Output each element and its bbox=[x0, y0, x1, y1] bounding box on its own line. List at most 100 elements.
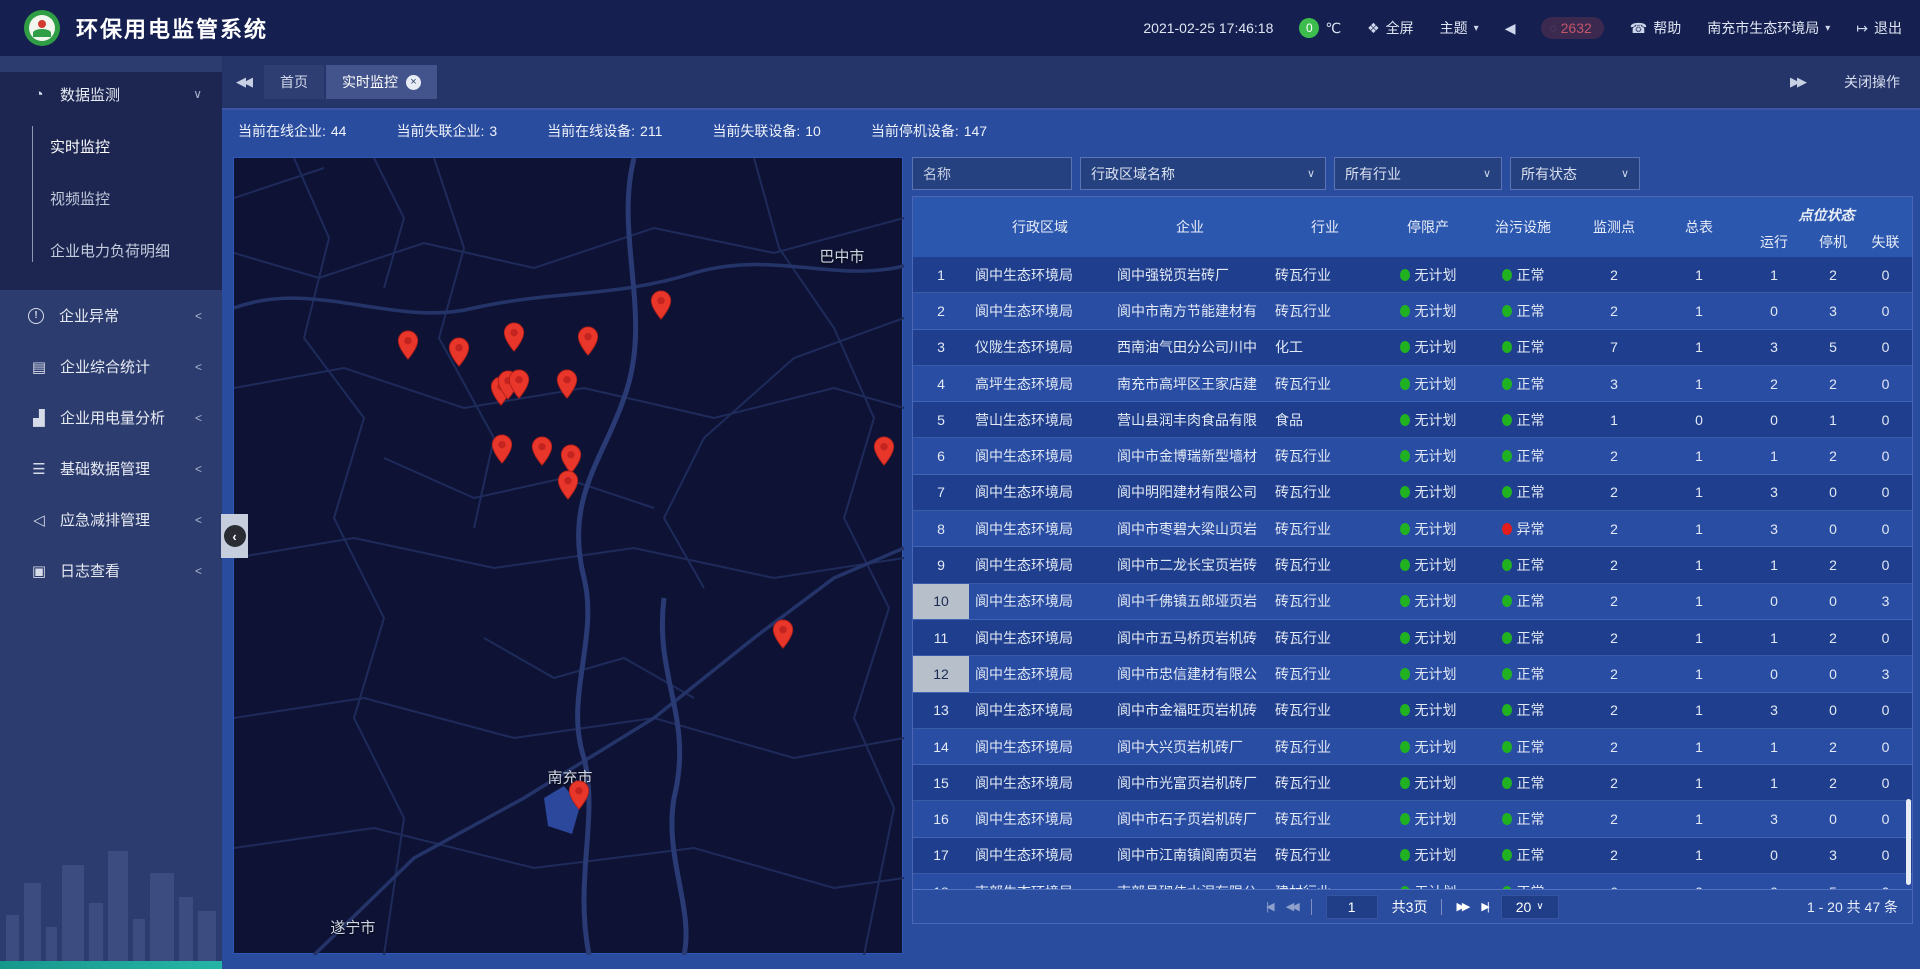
sound-button[interactable]: ◀ bbox=[1505, 20, 1516, 37]
sidebar-subitem-video-monitor[interactable]: 视频监控 bbox=[0, 172, 222, 224]
facility-text: 正常 bbox=[1517, 374, 1545, 394]
table-row[interactable]: 10阆中生态环境局阆中千佛镇五郎垭页岩砖瓦行业无计划正常21003 bbox=[913, 584, 1912, 620]
cell-industry: 食品 bbox=[1269, 402, 1381, 437]
sidebar-subitem-power-load-detail[interactable]: 企业电力负荷明细 bbox=[0, 224, 222, 276]
close-icon[interactable]: × bbox=[406, 75, 421, 90]
table-header: 行政区域企业行业停限产治污设施监测点总表点位状态运行停机失联 bbox=[913, 197, 1912, 257]
map-marker-pin[interactable] bbox=[397, 330, 419, 360]
sidebar-item-data-monitoring[interactable]: ◔数据监测∨ bbox=[0, 72, 222, 116]
sidebar-item-base-data-management[interactable]: ☰基础数据管理< bbox=[0, 443, 222, 494]
map-marker-pin[interactable] bbox=[772, 619, 794, 649]
status-dot-green bbox=[1502, 341, 1512, 353]
prev-page-icon[interactable]: ◀◀ bbox=[1286, 900, 1297, 913]
table-row[interactable]: 13阆中生态环境局阆中市金福旺页岩机砖砖瓦行业无计划正常21300 bbox=[913, 693, 1912, 729]
cell-industry: 砖瓦行业 bbox=[1269, 656, 1381, 691]
app-root: 环保用电监管系统 2021-02-25 17:46:18 0 ℃ ❖ 全屏 主题… bbox=[0, 0, 1920, 969]
cell-pollution-facility: 正常 bbox=[1475, 656, 1571, 691]
table-row[interactable]: 8阆中生态环境局阆中市枣碧大梁山页岩砖瓦行业无计划异常21300 bbox=[913, 511, 1912, 547]
table-row[interactable]: 7阆中生态环境局阆中明阳建材有限公司砖瓦行业无计划正常21300 bbox=[913, 475, 1912, 511]
cell-running: 0 bbox=[1741, 293, 1807, 328]
theme-dropdown[interactable]: 主题 ▾ bbox=[1440, 18, 1479, 38]
cell-region: 高坪生态环境局 bbox=[969, 366, 1111, 401]
industry-select[interactable]: 所有行业 ∨ bbox=[1334, 157, 1502, 190]
page-size-select[interactable]: 20 ∨ bbox=[1501, 895, 1559, 919]
cell-production-limit: 无计划 bbox=[1381, 874, 1475, 889]
cell-stopped: 5 bbox=[1807, 874, 1859, 889]
notification-count: 2632 bbox=[1561, 20, 1592, 36]
tab-realtime-monitor[interactable]: 实时监控 × bbox=[326, 65, 437, 99]
last-page-icon[interactable]: ▶| bbox=[1481, 900, 1486, 913]
table-row[interactable]: 2阆中生态环境局阆中市南方节能建材有砖瓦行业无计划正常21030 bbox=[913, 293, 1912, 329]
table-row[interactable]: 6阆中生态环境局阆中市金博瑞新型墙材砖瓦行业无计划正常21120 bbox=[913, 438, 1912, 474]
cell-running: 2 bbox=[1741, 366, 1807, 401]
tabs-scroll-left-icon[interactable]: ◀◀ bbox=[222, 74, 264, 90]
status-dot-green bbox=[1400, 486, 1410, 498]
map-marker-pin[interactable] bbox=[503, 322, 525, 352]
map-marker-pin[interactable] bbox=[491, 435, 513, 465]
notification-badge[interactable]: ◌ 2632 bbox=[1541, 17, 1603, 39]
status-select[interactable]: 所有状态 ∨ bbox=[1510, 157, 1640, 190]
table-scrollbar[interactable] bbox=[1906, 799, 1911, 885]
table-row[interactable]: 4高坪生态环境局南充市高坪区王家店建砖瓦行业无计划正常31220 bbox=[913, 366, 1912, 402]
cell-stopped: 2 bbox=[1807, 620, 1859, 655]
table-row[interactable]: 14阆中生态环境局阆中大兴页岩机砖厂砖瓦行业无计划正常21120 bbox=[913, 729, 1912, 765]
close-operations-button[interactable]: 关闭操作 bbox=[1844, 72, 1900, 92]
map-collapse-button[interactable]: ‹ bbox=[221, 514, 248, 558]
logout-button[interactable]: ↦ 退出 bbox=[1856, 18, 1902, 38]
cell-region: 阆中生态环境局 bbox=[969, 547, 1111, 582]
limit-text: 无计划 bbox=[1415, 482, 1457, 502]
cell-industry: 砖瓦行业 bbox=[1269, 475, 1381, 510]
table-row[interactable]: 18南部生态环境局南部县砌伟水泥有限公建材行业无计划正常60050 bbox=[913, 874, 1912, 889]
enterprise-abnormal-icon: ! bbox=[28, 308, 44, 324]
tabs-scroll-right-icon[interactable]: ▶▶ bbox=[1776, 74, 1818, 90]
page-number-input[interactable] bbox=[1326, 895, 1378, 919]
map-marker-pin[interactable] bbox=[650, 290, 672, 320]
column-header: 停限产 bbox=[1381, 197, 1475, 257]
cell-production-limit: 无计划 bbox=[1381, 475, 1475, 510]
cell-disconnected: 0 bbox=[1859, 330, 1912, 365]
fullscreen-button[interactable]: ❖ 全屏 bbox=[1367, 18, 1414, 38]
cell-industry: 化工 bbox=[1269, 330, 1381, 365]
bullet-icon bbox=[27, 245, 37, 255]
map-marker-pin[interactable] bbox=[508, 369, 530, 399]
tab-home[interactable]: 首页 bbox=[264, 65, 324, 99]
cell-company: 阆中千佛镇五郎垭页岩 bbox=[1111, 584, 1269, 619]
table-row[interactable]: 16阆中生态环境局阆中市石子页岩机砖厂砖瓦行业无计划正常21300 bbox=[913, 801, 1912, 837]
user-menu[interactable]: 南充市生态环境局 ▾ bbox=[1707, 18, 1830, 38]
first-page-icon[interactable]: |◀ bbox=[1266, 900, 1271, 913]
status-dot-green bbox=[1400, 632, 1410, 644]
table-row[interactable]: 9阆中生态环境局阆中市二龙长宝页岩砖砖瓦行业无计划正常21120 bbox=[913, 547, 1912, 583]
map-marker-pin[interactable] bbox=[568, 780, 590, 810]
map-marker-pin[interactable] bbox=[531, 436, 553, 466]
sidebar-item-power-usage-analysis[interactable]: ▟企业用电量分析< bbox=[0, 392, 222, 443]
cell-row-number: 18 bbox=[913, 874, 969, 889]
cell-production-limit: 无计划 bbox=[1381, 801, 1475, 836]
table-row[interactable]: 1阆中生态环境局阆中强锐页岩砖厂砖瓦行业无计划正常21120 bbox=[913, 257, 1912, 293]
sidebar-item-log-view[interactable]: ▣日志查看< bbox=[0, 545, 222, 596]
table-row[interactable]: 12阆中生态环境局阆中市忠信建材有限公砖瓦行业无计划正常21003 bbox=[913, 656, 1912, 692]
table-row[interactable]: 5营山生态环境局营山县润丰肉食品有限食品无计划正常10010 bbox=[913, 402, 1912, 438]
column-header: 监测点 bbox=[1571, 197, 1657, 257]
name-search-input[interactable] bbox=[912, 157, 1072, 190]
map-marker-pin[interactable] bbox=[873, 436, 895, 466]
next-page-icon[interactable]: ▶▶ bbox=[1456, 900, 1467, 913]
map-marker-pin[interactable] bbox=[556, 369, 578, 399]
sidebar-item-enterprise-statistics[interactable]: ▤企业综合统计< bbox=[0, 341, 222, 392]
sidebar-subitem-realtime-monitor[interactable]: 实时监控 bbox=[0, 120, 222, 172]
cell-running: 3 bbox=[1741, 693, 1807, 728]
facility-text: 正常 bbox=[1517, 555, 1545, 575]
help-button[interactable]: ☎ 帮助 bbox=[1630, 18, 1681, 38]
sidebar-item-enterprise-abnormal[interactable]: !企业异常< bbox=[0, 290, 222, 341]
table-row[interactable]: 17阆中生态环境局阆中市江南镇阆南页岩砖瓦行业无计划正常21030 bbox=[913, 838, 1912, 874]
map-marker-pin[interactable] bbox=[557, 470, 579, 500]
map-marker-pin[interactable] bbox=[577, 326, 599, 356]
speaker-icon: ◀ bbox=[1505, 20, 1516, 37]
table-row[interactable]: 3仪陇生态环境局西南油气田分公司川中化工无计划正常71350 bbox=[913, 330, 1912, 366]
map-marker-pin[interactable] bbox=[448, 337, 470, 367]
region-select[interactable]: 行政区域名称 ∨ bbox=[1080, 157, 1326, 190]
limit-text: 无计划 bbox=[1415, 882, 1457, 889]
table-row[interactable]: 11阆中生态环境局阆中市五马桥页岩机砖砖瓦行业无计划正常21120 bbox=[913, 620, 1912, 656]
facility-text: 正常 bbox=[1517, 265, 1545, 285]
table-row[interactable]: 15阆中生态环境局阆中市光富页岩机砖厂砖瓦行业无计划正常21120 bbox=[913, 765, 1912, 801]
sidebar-item-emergency-reduction[interactable]: ◁应急减排管理< bbox=[0, 494, 222, 545]
